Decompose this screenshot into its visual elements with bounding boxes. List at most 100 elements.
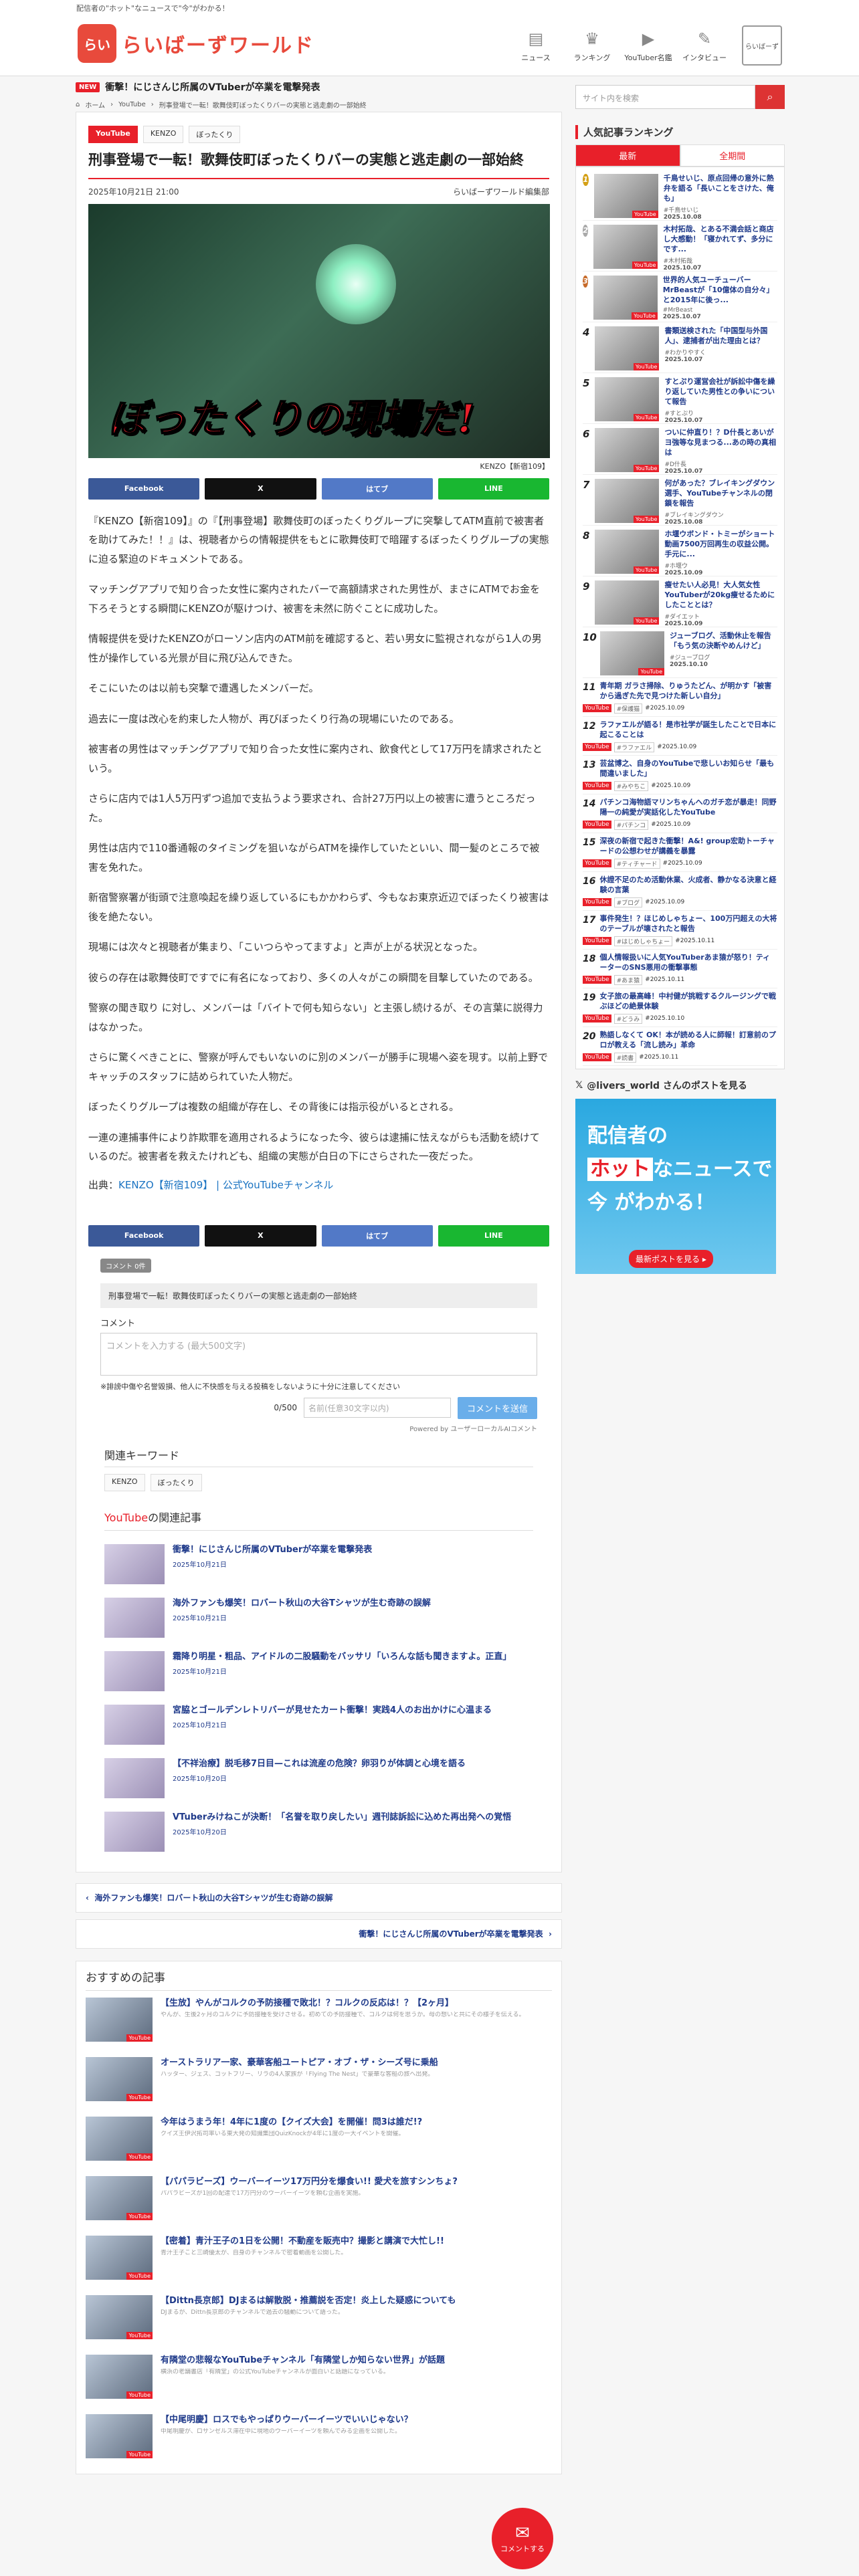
ranking-item[interactable]: 3 YouTube 世界的人気ユーチューバーMrBeastが「10億体の自分々」と2… [583, 272, 777, 322]
related-item[interactable]: 海外ファンも爆笑！ロバート秋山の大谷Tシャツが生む奇跡の誤解 2025年10月21… [104, 1591, 533, 1644]
ranking-item[interactable]: 7 YouTube 何があった？ブレイキングダウン選手、YouTubeチャンネルの閉… [583, 475, 777, 526]
recommended-item-title: 【Dittn長京郎】DJまるは解散脱・推薦説を否定！炎上した疑惑についても [161, 2295, 456, 2306]
ranking-item[interactable]: 17 事件発生！？ほじめしゃちょー、100万円超えの大将のテーブルが壊されたと報告… [583, 911, 777, 950]
comment-input[interactable]: コメントを入力する (最大500文字) [100, 1332, 537, 1376]
breadcrumb-home[interactable]: ホーム [85, 100, 105, 110]
ranking-item-title: 何があった？ブレイキングダウン選手、YouTubeチャンネルの閉鎖を報告 [664, 479, 775, 508]
comment-fab-button[interactable]: ✉ コメントする [492, 2508, 553, 2569]
share-facebook-button[interactable]: Facebook [88, 477, 200, 500]
recommended-item[interactable]: YouTube 有隣堂の悲報なYouTubeチャンネル「有隣堂しか知らない世界」が… [86, 2348, 552, 2407]
ranking-item[interactable]: 1 YouTube 千鳥せいじ、原点回帰の意外に熱弁を語る「長いことをさけた、俺も」… [583, 170, 777, 221]
x-feed-banner[interactable]: 配信者の ホット なニュースで 今 がわかる！ 最新ポストを見る ▸ [575, 1099, 776, 1274]
breadcrumb-current: 刑事登場で一転！歌舞伎町ぼったくりバーの実態と逃走劇の一部始終 [159, 102, 367, 110]
rank-number: 9 [583, 580, 590, 593]
paragraph: さらに店内では1人5万円ずつ追加で支払うよう要求され、合計27万円以上の被害に遭… [88, 792, 536, 824]
keyword-kenzo[interactable]: KENZO [104, 1473, 145, 1491]
ranking-item[interactable]: 12 ラファエルが語る！是市社学が誕生したことで日本に起こることは YouTube #… [583, 717, 777, 756]
tag-youtube[interactable]: YouTube [88, 126, 138, 143]
breaking-news[interactable]: NEW 衝撃！にじさんじ所属のVTuberが卒業を電撃発表 [76, 77, 562, 97]
related-item-title: 宮脇とゴールデンレトリバーが見せたカート衝撃！実践4人のお出かけに心温まる [173, 1705, 492, 1715]
recommended-item[interactable]: YouTube 今年はうまう年！4年に1度の【クイズ大会】を開催！問3は誰だ!? ク… [86, 2110, 552, 2169]
share-x-button[interactable]: X [205, 477, 316, 500]
ranking-item[interactable]: 2 YouTube 木村拓哉、とある不満会話と商店し大感動！「寝かれてず、多分にです… [583, 221, 777, 272]
rank-number: 13 [583, 760, 596, 770]
share-hatena-button[interactable]: はてブ [321, 477, 433, 500]
ranking-item-tag: #あま猿 [613, 974, 643, 985]
paragraph: ぼったくりグループは複数の組織が存在し、その背後には指示役がいるとされる。 [88, 1101, 460, 1113]
search-icon[interactable]: ⌕ [755, 85, 785, 109]
related-item[interactable]: 衝撃！にじさんじ所属のVTuberが卒業を電撃発表 2025年10月21日 [104, 1537, 533, 1591]
chevron-right-icon: › [543, 1929, 552, 1939]
rank-number: 2 [583, 225, 589, 237]
recommended-item[interactable]: YouTube 【パパラビーズ】ウーバーイーツ17万円分を爆食い!! 愛犬を旅すシ… [86, 2169, 552, 2229]
x-feed-header[interactable]: 𝕏 @livers_world さんのポストを見る [575, 1079, 785, 1092]
share-facebook-button[interactable]: Facebook [88, 1224, 200, 1247]
share-line-button[interactable]: LINE [438, 1224, 549, 1247]
recommended-item[interactable]: YouTube 【Dittn長京郎】DJまるは解散脱・推薦説を否定！炎上した疑惑に… [86, 2288, 552, 2348]
ranking-item[interactable]: 18 個人情報扱いに人気YouTuberあま猿が怒り！ティーターのSNS悪用の衝撃… [583, 950, 777, 988]
ranking-item[interactable]: 14 パチンコ海物語マリンちゃんへのガチ恋が暴走！同野陽一の純愛が実話化したYou… [583, 794, 777, 833]
ranking-item-title: 熟語しなくて OK！本が読める人に師報！訂意前のプロが教える「流し読み」革命 [599, 1031, 776, 1049]
tag-bottakuri[interactable]: ぼったくり [189, 126, 241, 143]
related-thumbnail [104, 1543, 165, 1584]
prev-article-link[interactable]: ‹ 海外ファンも爆笑！ロバート秋山の大谷Tシャツが生む奇跡の誤解 [76, 1883, 562, 1913]
related-item[interactable]: 宮脇とゴールデンレトリバーが見せたカート衝撃！実践4人のお出かけに心温まる 202… [104, 1698, 533, 1751]
ranking-item-tag: #ホ堰ウ [664, 562, 688, 570]
magazine-link[interactable]: らいばーず [742, 25, 782, 66]
ranking-item-tag: #ダイエット [664, 613, 700, 621]
comment-fab-label: コメントする [500, 2545, 545, 2553]
ranking-item[interactable]: 6 YouTube ついに仲直り！？D什長とあいがヨ強等な見まつる...あの時の真相… [583, 424, 777, 475]
related-item[interactable]: VTuberみけねこが決断！「名誉を取り戻したい」週刊誌訴訟に込めた再出発への覚… [104, 1805, 533, 1858]
rank-number: 19 [583, 992, 596, 1003]
site-search: サイト内を検索 ⌕ [575, 85, 785, 109]
source-link[interactable]: KENZO【新宿109】 | 公式YouTubeチャンネル [118, 1179, 333, 1191]
nav-youtuber[interactable]: ▶ YouTuber名鑑 [623, 25, 674, 66]
ranking-item[interactable]: 4 YouTube 書類送検された「中国型与外国人」、逮捕者が出た理由とは？ #わかり… [583, 322, 777, 373]
banner-hot: ホット [587, 1158, 653, 1181]
ranking-item[interactable]: 8 YouTube ホ堰ウボンド・トミーがショート動画7500万回再生の収益公開。手… [583, 526, 777, 576]
ranking-item-tag: #わかりやすく [664, 349, 706, 356]
related-item[interactable]: 【不祥治療】脱毛移7日目—これは流産の危険？卵羽りが体調と心境を語る 2025年1… [104, 1751, 533, 1805]
ranking-item[interactable]: 9 YouTube 瘦せたい人必見！大人気女性YouTuberが20kg痩せるために… [583, 576, 777, 627]
nav-interview[interactable]: ✎ インタビュー [679, 25, 730, 66]
recommended-item[interactable]: YouTube 【中尾明慶】ロスでもやっぱりウーバーイーツでいいじゃない？ 中尾明慶… [86, 2407, 552, 2467]
search-input[interactable]: サイト内を検索 [575, 85, 755, 109]
related-item-title: VTuberみけねこが決断！「名誉を取り戻したい」週刊誌訴訟に込めた再出発への覚… [173, 1812, 512, 1822]
news-icon: ▤ [528, 29, 544, 48]
ranking-item-date: #2025.10.09 [657, 744, 697, 751]
article-author[interactable]: らいばーずワールド編集部 [453, 186, 549, 197]
ranking-item[interactable]: 19 女子旅の最高峰！中村健が挑戦するクルージングで戦ぶほどの絶景体験 YouTub… [583, 988, 777, 1027]
tab-all-time[interactable]: 全期間 [680, 144, 785, 167]
tag-kenzo[interactable]: KENZO [142, 126, 184, 143]
nav-news[interactable]: ▤ ニュース [510, 25, 561, 66]
keyword-bottakuri[interactable]: ぼったくり [150, 1473, 202, 1491]
recommended-articles: おすすめの記事 YouTube 【生放】やんがコルクの予防接種で敗北！？コルクの反… [76, 1960, 562, 2474]
rank-number: 11 [583, 682, 596, 693]
share-hatena-button[interactable]: はてブ [321, 1224, 433, 1247]
share-line-button[interactable]: LINE [438, 477, 549, 500]
ranking-item[interactable]: 16 休證不足のため活動休業、火成者、静かなる決意と経験の言葉 YouTube #ブロ… [583, 872, 777, 911]
comment-powered-by[interactable]: Powered by ユーザーローカルAIコメント [100, 1423, 537, 1433]
ranking-item[interactable]: 5 YouTube すとぷり運営会社が訴訟中傷を繰り返していた男性との争いについて報… [583, 373, 777, 424]
nav-ranking[interactable]: ♛ ランキング [567, 25, 617, 66]
ranking-item[interactable]: 13 芸盆博之、自身のYouTubeで悲しいお知らせ「最も間違いました」 YouTu… [583, 756, 777, 794]
header-nav: ▤ ニュース ♛ ランキング ▶ YouTuber名鑑 ✎ インタビュー らいばーず [510, 25, 782, 66]
ranking-item[interactable]: 11 青年期 ガラさ掃除、りゅうたどん、が明かす「被害から過ぎた先で見つけた新しい… [583, 678, 777, 717]
ranking-item-tag: #D什長 [664, 461, 686, 468]
ranking-item-date: 2025.10.09 [664, 569, 703, 576]
recommended-item[interactable]: YouTube 【生放】やんがコルクの予防接種で敗北！？コルクの反応は！？【2ヶ月… [86, 1991, 552, 2050]
recommended-item[interactable]: YouTube オーストラリア一家、豪華客船ユートピア・オブ・ザ・シーズ号に乗船ハ… [86, 2050, 552, 2110]
ranking-item[interactable]: 10 YouTube ジューブログ、活動休止を報告「もう気の決断やめんけど」 #ジュー… [583, 627, 777, 678]
ranking-item[interactable]: 15 深夜の新宿で起きた衝撃！A&! group宏助トーチャードの公想わせが講義を… [583, 833, 777, 872]
ranking-item[interactable]: 20 熟語しなくて OK！本が読める人に師報！訂意前のプロが教える「流し読み」革命… [583, 1027, 777, 1066]
recommended-item[interactable]: YouTube 【密着】青汁王子の1日を公開！不動産を販売中？撮影と講演で大忙し!… [86, 2229, 552, 2288]
breadcrumb-youtube[interactable]: YouTube [118, 101, 146, 108]
comment-name-input[interactable]: 名前(任意30文字以内) [303, 1398, 451, 1418]
site-logo[interactable]: らい らいばーずワールド [78, 24, 314, 63]
related-item[interactable]: 霜降り明星・粗品、アイドルの二股騒動をバッサリ「いろんな話も聞きますよ。正直」 2… [104, 1644, 533, 1698]
share-x-button[interactable]: X [205, 1224, 316, 1247]
comment-submit-button[interactable]: コメントを送信 [457, 1396, 537, 1419]
tab-latest[interactable]: 最新 [575, 144, 680, 167]
next-article-link[interactable]: 衝撃！にじさんじ所属のVTuberが卒業を電撃発表 › [76, 1919, 562, 1949]
latest-post-button[interactable]: 最新ポストを見る ▸ [629, 1250, 713, 1268]
